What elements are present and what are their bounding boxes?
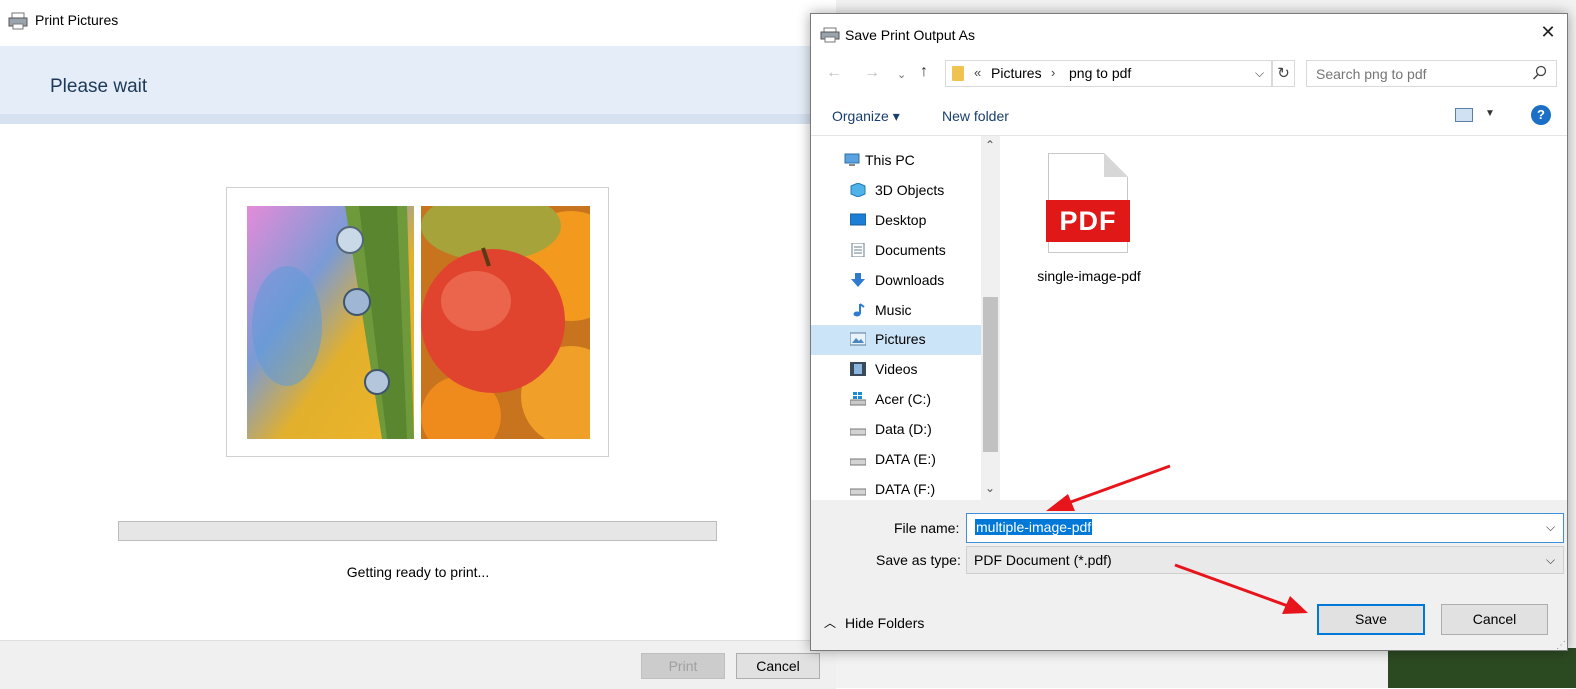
forward-arrow-icon[interactable]: → — [864, 64, 880, 82]
please-wait-heading: Please wait — [50, 76, 148, 97]
nav-item-this-pc[interactable]: This PC — [811, 146, 981, 176]
printer-icon — [8, 12, 28, 30]
computer-icon — [844, 153, 860, 166]
pdf-page-fold — [1104, 153, 1128, 177]
cube-icon — [850, 183, 866, 197]
save-type-dropdown-icon[interactable]: ⌵ — [1546, 553, 1555, 568]
nav-item-label: Data (D:) — [875, 421, 932, 437]
pdf-badge: PDF — [1046, 200, 1130, 242]
drive-icon — [850, 458, 866, 466]
scroll-down-chevron-icon[interactable]: ⌄ — [985, 481, 995, 495]
nav-item-label: Pictures — [875, 331, 926, 347]
pictures-icon — [850, 332, 866, 346]
search-icon[interactable] — [1532, 65, 1547, 80]
nav-item-data-e[interactable]: DATA (E:) — [811, 445, 981, 475]
nav-item-data-d[interactable]: Data (D:) — [811, 415, 981, 445]
print-pictures-title: Print Pictures — [35, 12, 119, 28]
save-button[interactable]: Save — [1317, 604, 1425, 635]
music-note-icon — [853, 303, 865, 317]
nav-item-label: Music — [875, 302, 912, 318]
command-bar — [811, 97, 1567, 136]
nav-item-label: Desktop — [875, 212, 927, 228]
printer-icon — [820, 27, 840, 43]
nav-item-documents[interactable]: Documents — [811, 236, 981, 266]
search-input[interactable] — [1306, 60, 1557, 87]
file-name-field-label: File name: — [894, 520, 960, 536]
desktop-icon — [850, 213, 866, 226]
view-options-icon[interactable] — [1455, 108, 1473, 122]
background-thumbnail — [1388, 648, 1576, 688]
header-stripe — [0, 114, 836, 124]
download-arrow-icon — [851, 273, 865, 287]
nav-item-label: Videos — [875, 361, 918, 377]
nav-item-acer-c[interactable]: Acer (C:) — [811, 385, 981, 415]
print-button[interactable]: Print — [641, 653, 725, 679]
save-type-label: Save as type: — [876, 552, 961, 568]
view-dropdown-chevron-icon[interactable]: ▼ — [1485, 108, 1495, 119]
scrollbar-thumb[interactable] — [983, 297, 998, 452]
breadcrumb-separator[interactable]: › — [1051, 65, 1055, 80]
up-arrow-icon[interactable]: ↑ — [920, 63, 928, 81]
breadcrumb-pictures[interactable]: Pictures — [991, 65, 1042, 81]
breadcrumb-png-to-pdf[interactable]: png to pdf — [1069, 65, 1131, 81]
resize-grip-icon[interactable]: ⋰ — [1556, 640, 1566, 651]
address-dropdown-icon[interactable]: ⌵ — [1255, 66, 1264, 81]
cancel-button[interactable]: Cancel — [1441, 604, 1548, 635]
nav-item-pictures[interactable]: Pictures — [811, 325, 981, 355]
drive-icon — [850, 488, 866, 496]
print-cancel-button[interactable]: Cancel — [736, 653, 820, 679]
windows-drive-icon — [850, 392, 866, 406]
nav-item-3d-objects[interactable]: 3D Objects — [811, 176, 981, 206]
nav-item-label: DATA (F:) — [875, 481, 936, 497]
folder-icon — [952, 66, 964, 81]
nav-item-label: This PC — [865, 152, 915, 168]
apple-photo — [421, 206, 590, 439]
recent-locations-chevron-icon[interactable]: ⌄ — [897, 68, 906, 81]
chevron-up-icon[interactable]: ︿ — [824, 614, 836, 631]
documents-icon — [851, 243, 865, 257]
organize-button[interactable]: Organize ▾ — [832, 108, 900, 125]
nav-item-label: DATA (E:) — [875, 451, 936, 467]
nav-item-label: Downloads — [875, 272, 945, 288]
drive-icon — [850, 428, 866, 436]
file-name-dropdown-icon[interactable]: ⌵ — [1546, 520, 1555, 535]
nav-item-label: Documents — [875, 242, 946, 258]
scroll-up-chevron-icon[interactable]: ⌃ — [985, 138, 995, 152]
back-arrow-icon[interactable]: ← — [826, 64, 842, 82]
file-name-label: single-image-pdf — [1037, 268, 1141, 284]
print-progress-bar — [118, 521, 717, 541]
film-icon — [850, 362, 866, 376]
refresh-icon[interactable]: ↻ — [1272, 60, 1295, 87]
file-name-value[interactable]: multiple-image-pdf — [975, 519, 1093, 535]
nav-item-desktop[interactable]: Desktop — [811, 206, 981, 236]
nav-item-label: 3D Objects — [875, 182, 945, 198]
nav-item-videos[interactable]: Videos — [811, 355, 981, 385]
nav-item-label: Acer (C:) — [875, 391, 931, 407]
print-pictures-titlebar — [0, 0, 836, 44]
address-overflow-chevron[interactable]: « — [974, 65, 981, 80]
print-status-text: Getting ready to print... — [346, 564, 490, 580]
save-type-value: PDF Document (*.pdf) — [974, 552, 1112, 568]
waterdrop-photo — [247, 206, 414, 439]
nav-item-music[interactable]: Music — [811, 296, 981, 326]
new-folder-button[interactable]: New folder — [942, 108, 1009, 124]
nav-item-downloads[interactable]: Downloads — [811, 266, 981, 296]
hide-folders-button[interactable]: Hide Folders — [845, 615, 924, 631]
close-icon[interactable]: ✕ — [1536, 20, 1560, 44]
help-icon[interactable]: ? — [1531, 105, 1551, 125]
dialog-title: Save Print Output As — [845, 27, 975, 43]
